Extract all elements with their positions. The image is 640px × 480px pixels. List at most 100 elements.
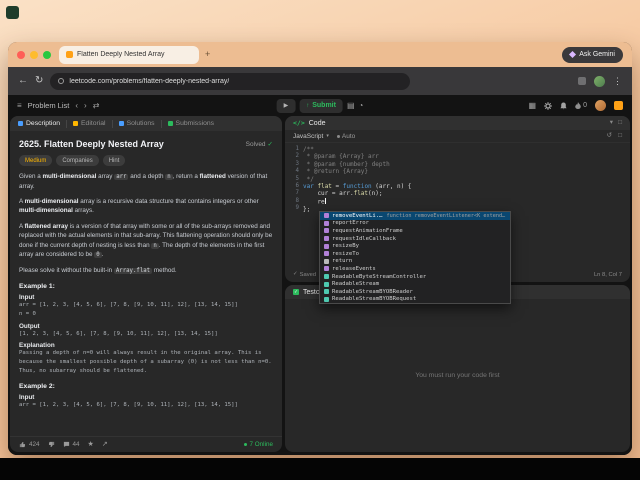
expand-panel-icon[interactable]: □ (618, 119, 622, 127)
browser-tab-title: Flatten Deeply Nested Array (77, 51, 165, 58)
minimize-window-button[interactable] (30, 50, 38, 59)
new-tab-button[interactable]: + (205, 50, 210, 59)
like-count: 424 (29, 441, 40, 448)
suggest-item[interactable]: ReadableStreamBYOBReader (320, 288, 510, 296)
menubar-app-icon[interactable] (6, 6, 19, 19)
dislike-button[interactable] (48, 441, 55, 448)
comments-button[interactable]: 44 (63, 441, 80, 448)
line-number: 3 (295, 160, 300, 167)
suggest-popup: removeEventLi... function removeEventList… (319, 211, 511, 305)
tab-divider (66, 119, 67, 128)
suggest-item[interactable]: releaseEvents (320, 265, 510, 273)
example-input-line: n = 0 (19, 311, 36, 318)
submit-button[interactable]: ↑ Submit (299, 98, 343, 113)
favorite-star-icon[interactable]: ★ (88, 441, 94, 448)
suggest-item[interactable]: return (320, 258, 510, 266)
upload-icon: ↑ (306, 102, 310, 109)
premium-icon[interactable] (614, 101, 623, 110)
language-selector[interactable]: JavaScript ▾ (293, 133, 329, 140)
suggest-item[interactable]: ReadableStreamBYOBRequest (320, 296, 510, 304)
like-button[interactable]: 424 (19, 441, 40, 448)
code-line: */ (303, 175, 314, 183)
suggest-item[interactable]: resizeBy (320, 242, 510, 250)
layout-icon[interactable]: ▦ (529, 101, 537, 110)
screen-bottom-bar (0, 458, 640, 480)
browser-tab[interactable]: Flatten Deeply Nested Array (59, 45, 199, 64)
code-line: * @param {number} depth (303, 160, 390, 168)
suggest-item[interactable]: ReadableByteStreamController (320, 273, 510, 281)
problem-list-icon[interactable]: ≡ (17, 101, 22, 110)
suggest-kind-icon (324, 274, 329, 280)
streak-counter[interactable]: 0 (575, 101, 587, 110)
example-explanation: Passing a depth of n=0 will always resul… (19, 350, 272, 374)
tab-submissions[interactable]: Submissions (167, 120, 215, 127)
tag-row: Medium Companies Hint (19, 155, 273, 166)
user-avatar[interactable] (595, 100, 606, 111)
notes-icon[interactable]: ▤ (347, 101, 355, 110)
url-bar[interactable]: leetcode.com/problems/flatten-deeply-nes… (50, 72, 411, 90)
suggest-kind-icon (324, 258, 329, 264)
share-icon[interactable]: ↗ (102, 441, 108, 448)
reload-icon[interactable]: ↻ (35, 76, 43, 86)
suggest-item[interactable]: requestAnimationFrame (320, 227, 510, 235)
tab-description[interactable]: Description (18, 120, 60, 127)
suggest-item[interactable]: ReadableStream (320, 280, 510, 288)
leetcode-navbar: ≡ Problem List ‹ › ⇄ ▶ ↑ Submit ▤ ◔ ▦ 0 (8, 95, 632, 116)
browser-profile-avatar[interactable] (594, 75, 605, 87)
suggest-item[interactable]: reportError (320, 220, 510, 228)
close-window-button[interactable] (17, 50, 25, 59)
line-number: 9 (295, 205, 300, 212)
fullscreen-icon[interactable]: □ (618, 132, 622, 140)
streak-count: 0 (583, 102, 587, 109)
bell-icon[interactable] (560, 97, 567, 115)
play-icon: ▶ (283, 102, 289, 109)
thumbs-up-icon (19, 441, 26, 448)
autosave-dot-icon (336, 134, 340, 138)
thumbs-down-icon (48, 441, 54, 448)
back-icon[interactable]: ← (18, 76, 28, 86)
extensions-icon[interactable] (578, 77, 586, 85)
line-number: 8 (295, 197, 300, 204)
settings-gear-icon[interactable] (544, 97, 553, 115)
hint-tag[interactable]: Hint (102, 155, 126, 166)
site-info-icon[interactable] (58, 78, 65, 84)
tab-solutions[interactable]: Solutions (118, 120, 155, 127)
example-input-label: Input (19, 394, 35, 402)
shuffle-icon[interactable]: ⇄ (93, 101, 100, 110)
suggest-item[interactable]: resizeTo (320, 250, 510, 258)
suggest-kind-icon (324, 296, 329, 302)
editor-toolbar: JavaScript ▾ Auto ↺ □ (285, 130, 630, 143)
collapse-panel-icon[interactable]: ▾ (610, 119, 613, 127)
companies-tag[interactable]: Companies (56, 155, 99, 166)
example-input-line: arr = [1, 2, 3, [4, 5, 6], [7, 8, [9, 10… (19, 302, 238, 309)
leetcode-page: ≡ Problem List ‹ › ⇄ ▶ ↑ Submit ▤ ◔ ▦ 0 … (8, 95, 632, 455)
page-title: 2625. Flatten Deeply Nested Array (19, 139, 164, 149)
reset-code-icon[interactable]: ↺ (607, 132, 612, 140)
cloud-saved-icon: ✓ (293, 271, 298, 278)
tab-submissions-label: Submissions (175, 120, 215, 127)
difficulty-badge[interactable]: Medium (19, 155, 53, 166)
testcase-icon: ✓ (293, 288, 299, 295)
timer-icon[interactable]: ◔ (359, 101, 364, 110)
suggest-item[interactable]: requestIdleCallback (320, 235, 510, 243)
tab-editorial[interactable]: Editorial (73, 120, 106, 127)
suggest-kind-icon (324, 289, 329, 295)
code-line: cur = arr.flat(n); (303, 190, 383, 198)
suggest-item[interactable]: removeEventLi... function removeEventList… (320, 212, 510, 220)
prev-problem-icon[interactable]: ‹ (75, 101, 78, 110)
ask-gemini-button[interactable]: Ask Gemini (562, 46, 623, 63)
ask-gemini-label: Ask Gemini (579, 51, 615, 58)
suggest-kind-icon (324, 236, 329, 242)
navbar-center: ▶ ↑ Submit ▤ ◔ (276, 98, 364, 113)
description-panel: Description Editorial Solutions Submissi… (10, 116, 282, 452)
online-dot-icon (243, 443, 247, 446)
run-button[interactable]: ▶ (276, 98, 296, 113)
maximize-window-button[interactable] (43, 50, 51, 59)
navbar-left: ≡ Problem List ‹ › ⇄ (17, 101, 99, 110)
autosave-label: Auto (341, 132, 356, 140)
next-problem-icon[interactable]: › (84, 101, 87, 110)
code-panel-header-icons: ▾ □ (610, 119, 622, 127)
problem-list-link[interactable]: Problem List (28, 101, 70, 110)
browser-menu-icon[interactable]: ⋮ (613, 76, 622, 86)
navbar-right: ▦ 0 (529, 97, 623, 115)
